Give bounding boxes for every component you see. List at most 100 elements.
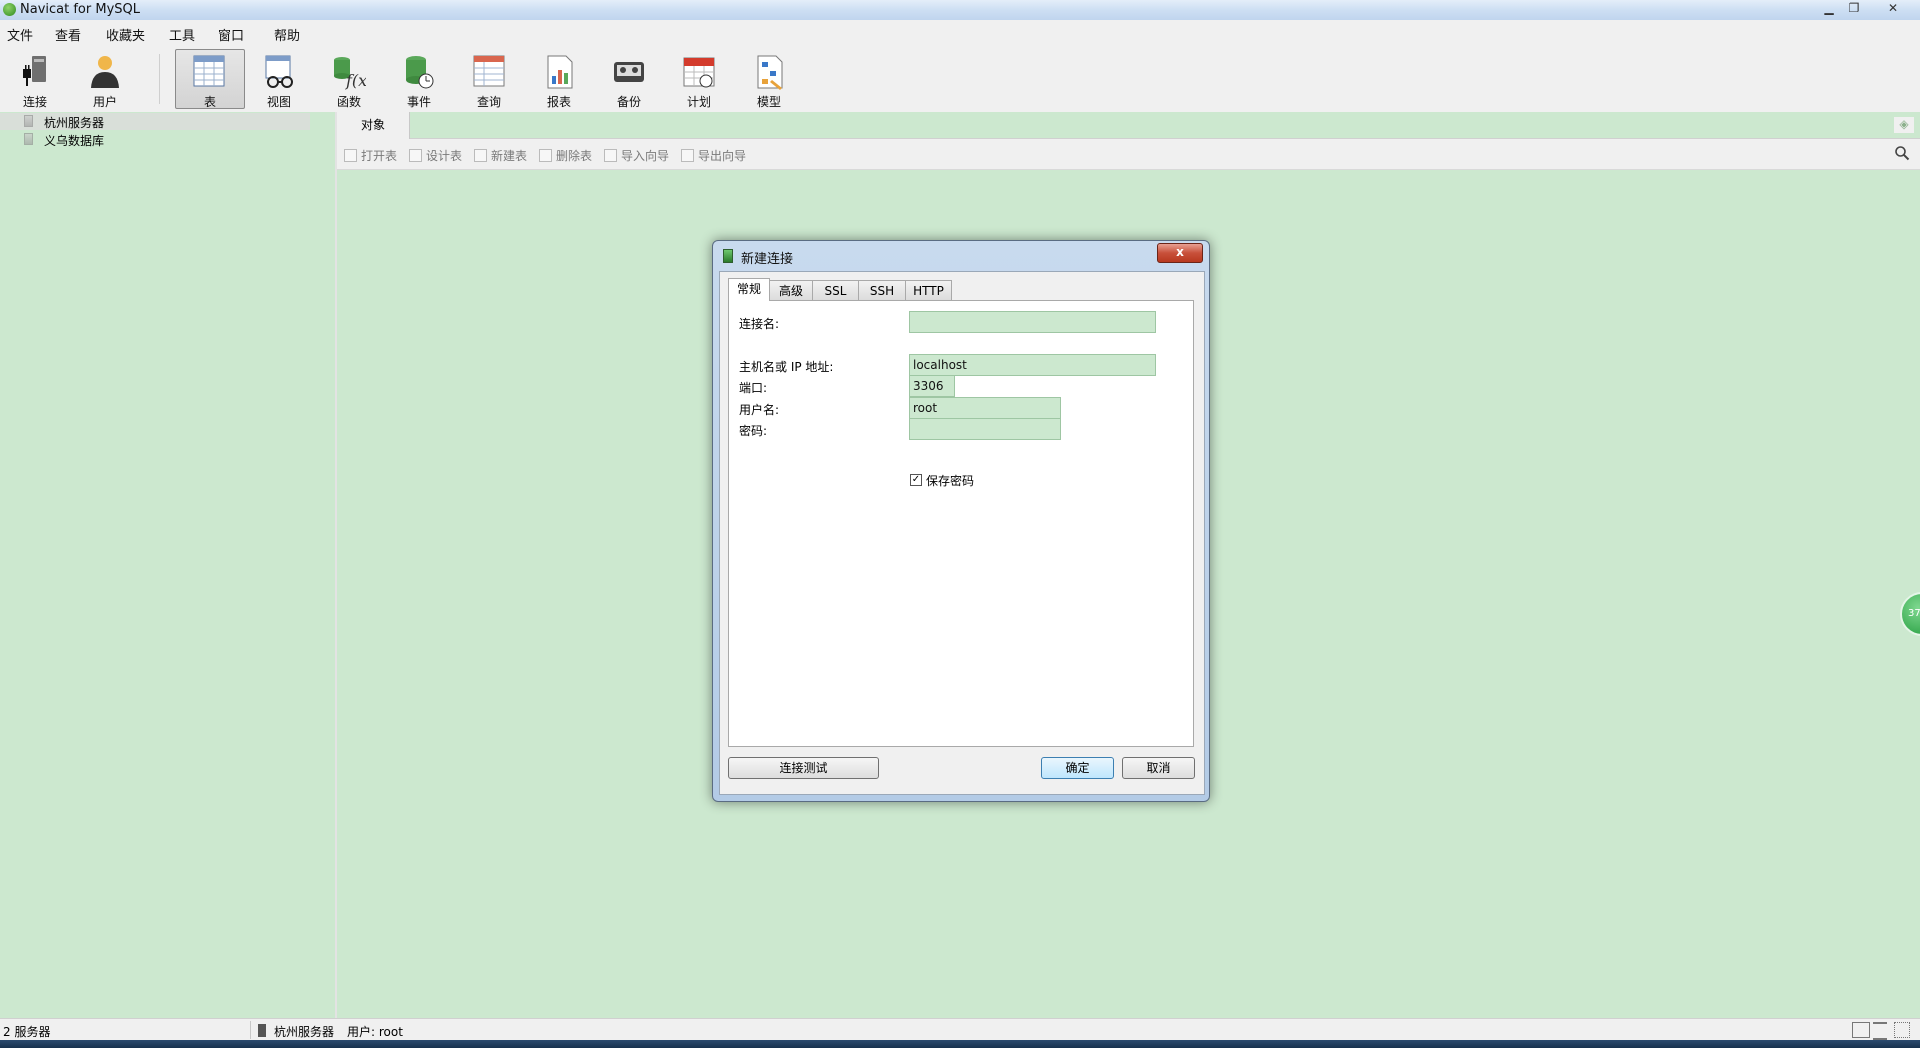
- toolbar-label: 报表: [546, 95, 571, 109]
- report-icon: [547, 55, 573, 89]
- host-input[interactable]: localhost: [909, 354, 1156, 376]
- toolbar-view-button[interactable]: 视图: [246, 50, 312, 110]
- os-taskbar: [0, 1040, 1920, 1048]
- toolbar-label: 用户: [92, 95, 117, 109]
- menu-file[interactable]: 文件: [7, 25, 33, 44]
- main-tab-strip: 对象 ◈: [337, 112, 1920, 139]
- connection-icon: [23, 56, 46, 86]
- connection-icon: [723, 249, 733, 263]
- cancel-button[interactable]: 取消: [1122, 757, 1195, 779]
- tab-ssh[interactable]: SSH: [858, 280, 906, 300]
- dialog-close-button[interactable]: x: [1157, 243, 1203, 263]
- user-icon: [91, 56, 119, 88]
- password-input[interactable]: [909, 418, 1061, 440]
- import-icon: [604, 149, 617, 162]
- toolbar-label: 计划: [686, 95, 711, 109]
- server-icon: [258, 1024, 266, 1037]
- save-password-checkbox[interactable]: ✓: [910, 474, 922, 486]
- export-wizard-button[interactable]: 导出向导: [681, 147, 746, 164]
- status-current-server: 杭州服务器: [274, 1025, 335, 1039]
- tab-general[interactable]: 常规: [728, 278, 770, 301]
- menu-window[interactable]: 窗口: [218, 25, 244, 44]
- port-label: 端口:: [739, 381, 768, 395]
- navicat-logo-icon: [3, 3, 16, 16]
- port-input[interactable]: 3306: [909, 375, 955, 397]
- design-table-button[interactable]: 设计表: [409, 147, 462, 164]
- view-icon: [265, 55, 293, 88]
- toolbar-report-button[interactable]: 报表: [526, 50, 592, 110]
- toolbar-model-button[interactable]: 模型: [736, 50, 802, 110]
- title-bar: Navicat for MySQL ▁ ❐ ✕: [0, 0, 1920, 21]
- tab-http[interactable]: HTTP: [905, 280, 952, 300]
- status-server-count: 2 服务器: [3, 1025, 51, 1039]
- toolbar-label: 表: [203, 95, 216, 109]
- backup-icon: [614, 62, 644, 82]
- object-toolbar: 打开表 设计表 新建表 删除表 导入向导 导出向导: [337, 139, 1920, 170]
- list-view-icon[interactable]: [1873, 1022, 1887, 1040]
- open-table-icon: [344, 149, 357, 162]
- import-wizard-button[interactable]: 导入向导: [604, 147, 669, 164]
- menu-help[interactable]: 帮助: [274, 25, 300, 44]
- password-label: 密码:: [739, 424, 768, 438]
- window-title: Navicat for MySQL: [20, 2, 140, 17]
- status-divider: [250, 1021, 251, 1039]
- menu-bar: 文件 查看 收藏夹 工具 窗口 帮助: [0, 20, 1920, 44]
- new-table-icon: [474, 149, 487, 162]
- tag-icon[interactable]: ◈: [1894, 117, 1914, 133]
- restore-icon[interactable]: ❐: [1843, 1, 1865, 16]
- dialog-title: 新建连接: [741, 252, 794, 267]
- server-icon: [24, 115, 33, 127]
- toolbar-divider: [159, 54, 160, 104]
- ok-button[interactable]: 确定: [1041, 757, 1114, 779]
- menu-view[interactable]: 查看: [55, 25, 81, 44]
- table-icon: [193, 55, 225, 87]
- dialog-body: 常规 高级 SSL SSH HTTP 连接名: 主机名或 IP 地址: loca…: [719, 271, 1205, 795]
- model-icon: [757, 55, 783, 90]
- menu-favorites[interactable]: 收藏夹: [106, 25, 145, 44]
- test-connection-button[interactable]: 连接测试: [728, 757, 879, 779]
- toolbar-function-button[interactable]: f(x) 函数: [316, 50, 382, 110]
- toolbar-label: 事件: [406, 95, 431, 109]
- grid-view-icon[interactable]: [1852, 1022, 1870, 1038]
- design-table-icon: [409, 149, 422, 162]
- search-icon[interactable]: [1894, 145, 1910, 161]
- toolbar-label: 模型: [756, 95, 781, 109]
- toolbar-label: 视图: [266, 95, 291, 109]
- delete-table-button[interactable]: 删除表: [539, 147, 592, 164]
- toolbar-label: 备份: [616, 95, 641, 109]
- function-icon: f(x): [334, 57, 366, 90]
- toolbar-label: 连接: [22, 95, 47, 109]
- tab-ssl[interactable]: SSL: [812, 280, 859, 300]
- toolbar-event-button[interactable]: 事件: [386, 50, 452, 110]
- connection-name-label: 连接名:: [739, 317, 780, 331]
- toolbar-label: 函数: [336, 95, 361, 109]
- schedule-icon: [683, 57, 715, 88]
- general-settings-panel: 连接名: 主机名或 IP 地址: localhost 端口: 3306 用户名:…: [728, 300, 1194, 747]
- toolbar-user-button[interactable]: 用户: [72, 50, 138, 110]
- toolbar-query-button[interactable]: 查询: [456, 50, 522, 110]
- minimize-icon[interactable]: ▁: [1818, 1, 1840, 16]
- delete-table-icon: [539, 149, 552, 162]
- server-icon: [24, 133, 33, 145]
- username-input[interactable]: root: [909, 397, 1061, 419]
- detail-view-icon[interactable]: [1894, 1022, 1910, 1038]
- toolbar-schedule-button[interactable]: 计划: [666, 50, 732, 110]
- status-bar: 2 服务器 杭州服务器 用户: root: [0, 1018, 1920, 1041]
- toolbar-connection-button[interactable]: 连接: [2, 50, 68, 110]
- tree-item-label: 义乌数据库: [44, 134, 105, 148]
- connection-name-input[interactable]: [909, 311, 1156, 333]
- toolbar-backup-button[interactable]: 备份: [596, 50, 662, 110]
- open-table-button[interactable]: 打开表: [344, 147, 397, 164]
- menu-tools[interactable]: 工具: [169, 25, 195, 44]
- toolbar-label: 查询: [476, 95, 501, 109]
- tree-item-server[interactable]: 杭州服务器: [0, 113, 310, 130]
- svg-text:f(x): f(x): [345, 71, 366, 90]
- toolbar-table-button[interactable]: 表: [175, 49, 245, 109]
- tab-advanced[interactable]: 高级: [769, 280, 813, 300]
- tab-objects[interactable]: 对象: [337, 112, 410, 139]
- new-table-button[interactable]: 新建表: [474, 147, 527, 164]
- main-toolbar: 连接 用户 表 视图 f(x) 函数 事件: [0, 44, 1920, 113]
- query-icon: [473, 55, 505, 87]
- status-user: 用户: root: [347, 1025, 403, 1039]
- close-icon[interactable]: ✕: [1882, 1, 1904, 16]
